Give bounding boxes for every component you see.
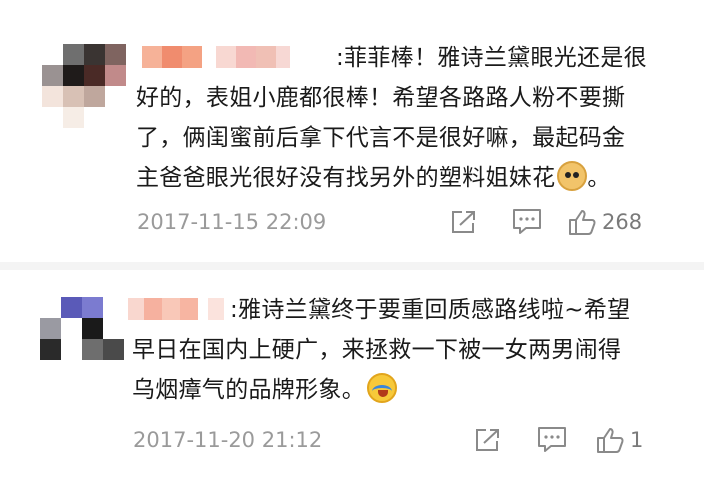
username-pixel [162,298,180,320]
avatar-pixel [82,297,103,318]
avatar-pixel [40,318,61,339]
comment-line: :雅诗兰黛终于要重回质感路线啦~希望 [230,297,631,323]
like-button[interactable]: 1 [596,426,643,454]
timestamp: 2017-11-20 21:12 [133,428,323,452]
avatar-pixel [61,318,82,339]
avatar-pixel [40,297,61,318]
avatar-pixel [40,360,61,381]
comment-text: :雅诗兰黛终于要重回质感路线啦~希望 早日在国内上硬广，来拯救一下被一女两男闹得… [132,290,630,483]
share-icon [476,429,499,451]
comment-line-last: 乌烟瘴气的品牌形象。 [132,370,397,410]
comment-line: 乌烟瘴气的品牌形象。 [132,377,365,403]
like-count: 1 [630,428,644,452]
avatar-pixel [82,318,103,339]
comment-divider [0,262,704,270]
thumbs-up-icon [597,428,624,453]
avatar-pixel [103,318,124,339]
reply-button[interactable] [537,426,567,454]
comment-line: 早日在国内上硬广，来拯救一下被一女两男闹得 [132,337,622,363]
avatar-pixel [82,360,103,381]
like-count: 268 [602,210,643,234]
crying-laughing-emoji-icon [367,373,397,403]
comment-icon [538,427,566,452]
timestamp: 2017-11-15 22:09 [137,210,327,234]
share-button[interactable] [474,427,502,453]
username-pixel [208,298,224,320]
username-pixel [198,298,208,320]
avatar-pixel [61,360,82,381]
avatar-pixel [61,297,82,318]
avatar-pixel [103,297,124,318]
avatar-pixel [103,339,124,360]
avatar-pixel [103,360,124,381]
avatar-pixel [40,339,61,360]
username-pixel [180,298,198,320]
comment-card: :雅诗兰黛终于要重回质感路线啦~希望 早日在国内上硬广，来拯救一下被一女两男闹得… [0,0,704,453]
avatar-pixel [82,339,103,360]
avatar[interactable] [40,297,124,381]
avatar-pixel [61,339,82,360]
